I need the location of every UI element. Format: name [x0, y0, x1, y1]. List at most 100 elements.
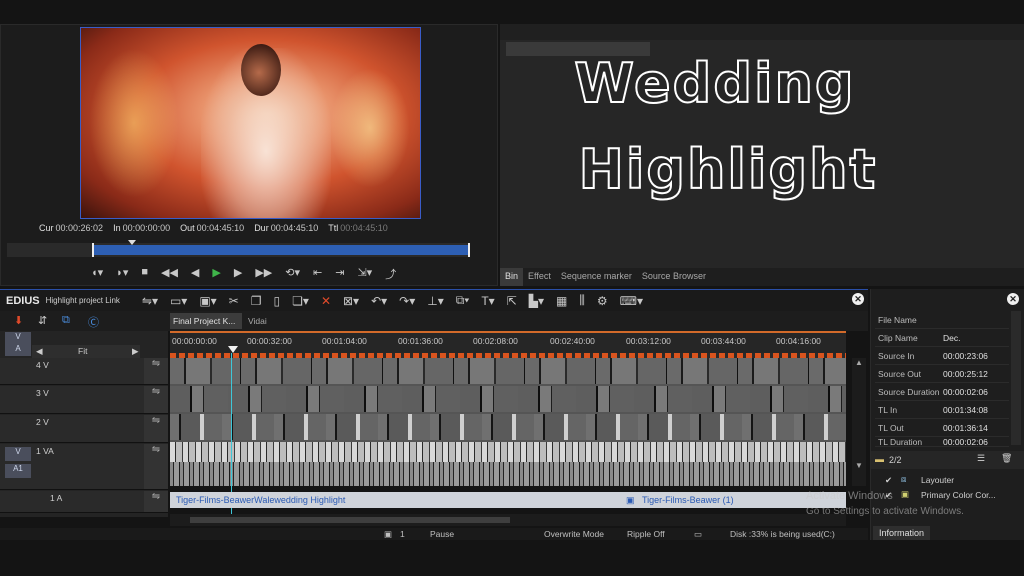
track-3v-clips[interactable] [170, 386, 846, 412]
source-a-box[interactable]: A [5, 344, 31, 356]
layer-item[interactable]: ✔ ⧈ Layouter [871, 473, 1024, 488]
track-swap-icon[interactable]: ⇋ [144, 415, 168, 442]
title-icon[interactable]: T▾ [481, 294, 494, 308]
delete-icon[interactable]: ✕ [321, 294, 331, 308]
scroll-down-icon[interactable]: ▼ [852, 461, 866, 470]
source-v-box[interactable]: V [5, 332, 31, 344]
track-label-1a: 1 A [50, 493, 63, 503]
open-folder-icon[interactable]: ▭▾ [170, 294, 187, 308]
tc-in: In 00:00:00:00 [113, 223, 171, 233]
patch-a1-box[interactable]: A1 [5, 464, 31, 478]
scrub-bar[interactable] [7, 240, 470, 257]
tab-sequence-final-project[interactable]: Final Project K... [170, 313, 242, 329]
chevron-left-icon[interactable]: ◀ [36, 346, 43, 357]
ruler-tick: 00:01:36:00 [398, 336, 443, 346]
ripple-delete-icon[interactable]: ⊠▾ [343, 294, 359, 308]
timeline-vertical-scrollbar[interactable]: ▲ ▼ [852, 358, 866, 486]
stop-icon[interactable]: ■ [141, 266, 148, 282]
activate-windows-watermark: Activate Windows Go to Settings to activ… [806, 488, 964, 520]
paste-icon[interactable]: ▯ [274, 294, 281, 308]
tab-source-browser[interactable]: Source Browser [637, 268, 711, 286]
tab-sequence-vidai[interactable]: Vidai [248, 316, 267, 326]
link-mode-icon[interactable]: ⧉ [62, 314, 70, 327]
status-counter: 1 [400, 529, 405, 539]
list-icon[interactable]: ☰ [977, 453, 985, 464]
status-state: Pause [430, 529, 455, 539]
transition-icon[interactable]: ⧉▾ [456, 293, 470, 308]
grid-icon[interactable]: ▦ [556, 294, 567, 308]
info-scrollbar[interactable] [1011, 311, 1021, 445]
timeline-close-icon[interactable]: ✕ [852, 293, 864, 305]
fast-forward-icon[interactable]: ▶▶ [255, 266, 272, 282]
overwrite-icon[interactable]: ⤴ [385, 266, 396, 282]
tc-out: Out 00:04:45:10 [180, 223, 245, 233]
render-icon[interactable]: ▙▾ [529, 294, 544, 308]
disk-icon: ▭ [694, 529, 703, 539]
track-swap-icon[interactable]: ⇋ [144, 386, 168, 413]
in-point-marker[interactable] [92, 243, 94, 257]
info-close-icon[interactable]: ✕ [1007, 293, 1019, 305]
tab-effect[interactable]: Effect [523, 268, 556, 286]
track-row-4v: 4 V ⇋ [0, 358, 168, 385]
step-forward-icon[interactable]: ▶ [234, 266, 242, 282]
play-icon[interactable]: ▶ [212, 266, 220, 282]
copy-icon[interactable]: ❐ [251, 294, 262, 308]
timeline-ruler[interactable]: 00:00:00:00 00:00:32:00 00:01:04:00 00:0… [170, 331, 846, 353]
tab-information[interactable]: Information [873, 526, 931, 540]
track-sync-icon[interactable]: ⇵ [38, 314, 47, 327]
keyboard-icon[interactable]: ⌨▾ [620, 294, 643, 308]
paste-attributes-icon[interactable]: ❏▾ [292, 294, 309, 308]
mark-in-icon[interactable]: ◖▾ [91, 266, 103, 282]
track-row-2v: 2 V ⇋ [0, 415, 168, 443]
track-row-1a: 1 A ⇋ [0, 491, 168, 513]
layer-count: 2/2 [889, 455, 902, 465]
settings-icon[interactable]: ⚙ [597, 294, 608, 308]
zoom-fit-control[interactable]: ◀ Fit ▶ [32, 345, 140, 358]
tab-sequence-marker[interactable]: Sequence marker [556, 268, 637, 286]
playhead-handle[interactable] [128, 240, 136, 245]
patch-v-box[interactable]: V [5, 447, 31, 461]
clip-count-icon: ▣ [384, 529, 393, 539]
bin-toolbar [500, 24, 1024, 40]
step-back-icon[interactable]: ◀ [191, 266, 199, 282]
timeline-tracks[interactable] [170, 358, 846, 486]
audio-clip-label: Tiger-Films-Beawer (1) [642, 495, 734, 505]
out-point-marker[interactable] [468, 243, 470, 257]
set-in-icon[interactable]: ⇤ [313, 266, 322, 282]
timeline-cursor[interactable] [228, 346, 238, 353]
mixer-icon[interactable]: ⫼ [579, 293, 585, 308]
loop-icon[interactable]: ⟲▾ [285, 266, 300, 282]
scroll-up-icon[interactable]: ▲ [852, 358, 866, 367]
clipboard-mode-icon[interactable]: Ⓒ [88, 314, 99, 330]
set-out-icon[interactable]: ⇥ [335, 266, 344, 282]
info-row: Source In 00:00:23:06 [875, 347, 1009, 365]
cut-icon[interactable]: ✂ [229, 294, 239, 308]
track-swap-icon[interactable]: ⇋ [144, 491, 168, 512]
undo-icon[interactable]: ↶▾ [371, 294, 387, 308]
ruler-tick: 00:03:44:00 [701, 336, 746, 346]
sequence-settings-icon[interactable]: ⇋▾ [142, 294, 158, 308]
track-lock-icon[interactable]: ⬇ [14, 314, 23, 327]
track-2v-clips[interactable] [170, 414, 846, 440]
track-swap-icon[interactable]: ⇋ [144, 444, 168, 489]
trash-icon[interactable]: 🗑 [1001, 453, 1012, 464]
timeline-horizontal-scrollbar[interactable] [170, 514, 846, 526]
export-icon[interactable]: ⇱ [507, 294, 517, 308]
track-1va-video-clips[interactable] [170, 442, 846, 462]
audio-clip-label: Tiger-Films-BeawerWalewedding Highlight [176, 495, 346, 505]
track-1va-audio-waveform[interactable] [170, 462, 846, 486]
checkbox-icon[interactable]: ✔ [885, 475, 892, 486]
chevron-right-icon[interactable]: ▶ [132, 346, 139, 357]
track-swap-icon[interactable]: ⇋ [144, 358, 168, 384]
track-4v-clips[interactable] [170, 358, 846, 384]
audio-track-1a[interactable]: Tiger-Films-BeawerWalewedding Highlight … [170, 492, 846, 508]
tab-bin[interactable]: Bin [500, 268, 524, 286]
add-cut-icon[interactable]: ⊥▾ [427, 294, 443, 308]
scrollbar-thumb[interactable] [190, 517, 510, 523]
rewind-icon[interactable]: ◀◀ [161, 266, 178, 282]
insert-icon[interactable]: ⇲▾ [357, 266, 372, 282]
save-icon[interactable]: ▣▾ [199, 294, 216, 308]
redo-icon[interactable]: ↷▾ [399, 294, 415, 308]
info-row: Source Out 00:00:25:12 [875, 365, 1009, 383]
mark-out-icon[interactable]: ◗▾ [116, 266, 128, 282]
